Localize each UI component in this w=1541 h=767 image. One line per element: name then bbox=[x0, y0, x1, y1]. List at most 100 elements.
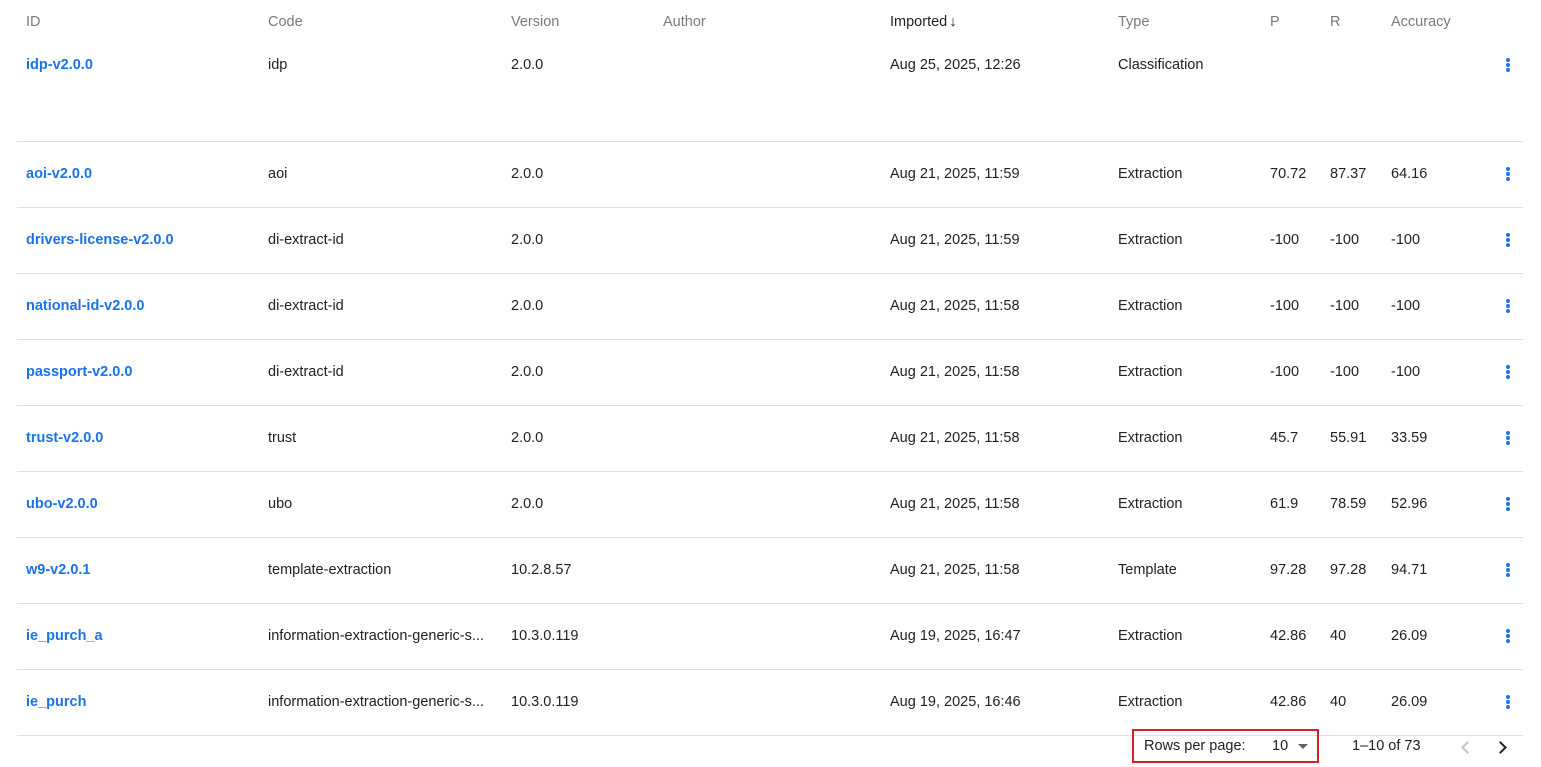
model-id-link[interactable]: ie_purch bbox=[26, 694, 86, 710]
table-row[interactable]: passport-v2.0.0 di-extract-id 2.0.0 Aug 21,… bbox=[17, 340, 1523, 406]
cell-version: 2.0.0 bbox=[511, 430, 544, 446]
model-id-link[interactable]: trust-v2.0.0 bbox=[26, 430, 103, 446]
cell-author bbox=[663, 274, 863, 339]
cell-author bbox=[663, 472, 863, 537]
more-vert-icon[interactable] bbox=[1497, 54, 1519, 76]
cell-version: 2.0.0 bbox=[511, 232, 544, 248]
cell-imported: Aug 21, 2025, 11:58 bbox=[890, 562, 1020, 578]
rows-per-page-value: 10 bbox=[1272, 738, 1289, 754]
cell-id: passport-v2.0.0 bbox=[26, 340, 256, 405]
cell-p: -100 bbox=[1270, 298, 1300, 314]
table-row[interactable]: national-id-v2.0.0 di-extract-id 2.0.0 Aug … bbox=[17, 274, 1523, 340]
cell-imported: Aug 21, 2025, 11:58 bbox=[890, 364, 1020, 380]
cell-code: idp bbox=[268, 44, 488, 86]
cell-type: Classification bbox=[1118, 57, 1204, 73]
row-actions bbox=[1497, 604, 1519, 669]
table-row[interactable]: w9-v2.0.1 template-extraction 10.2.8.57 Aug… bbox=[17, 538, 1523, 604]
cell-code: di-extract-id bbox=[268, 208, 488, 273]
cell-author bbox=[663, 604, 863, 669]
column-header-imported[interactable]: Imported ↓ bbox=[890, 0, 1100, 44]
cell-author bbox=[663, 538, 863, 603]
model-id-link[interactable]: idp-v2.0.0 bbox=[26, 57, 93, 73]
more-vert-icon[interactable] bbox=[1497, 691, 1519, 713]
cell-id: w9-v2.0.1 bbox=[26, 538, 256, 603]
more-vert-icon[interactable] bbox=[1497, 229, 1519, 251]
column-header-p[interactable]: P bbox=[1270, 0, 1325, 44]
table-body: idp-v2.0.0 idp 2.0.0 Aug 25, 2025, 12:26 Cla… bbox=[17, 44, 1523, 736]
table-row[interactable]: ubo-v2.0.0 ubo 2.0.0 Aug 21, 2025, 11:58 Ext… bbox=[17, 472, 1523, 538]
code-text: information-extraction-generic-s... bbox=[268, 628, 484, 644]
cell-accuracy: 33.59 bbox=[1391, 430, 1428, 446]
cell-type: Template bbox=[1118, 562, 1177, 578]
model-id-link[interactable]: aoi-v2.0.0 bbox=[26, 166, 92, 182]
cell-imported: Aug 21, 2025, 11:59 bbox=[890, 166, 1020, 182]
cell-r: 97.28 bbox=[1330, 562, 1367, 578]
cell-code: di-extract-id bbox=[268, 274, 488, 339]
model-id-link[interactable]: national-id-v2.0.0 bbox=[26, 298, 144, 314]
column-header-code[interactable]: Code bbox=[268, 0, 488, 44]
cell-r: 40 bbox=[1330, 694, 1347, 710]
table-row[interactable]: drivers-license-v2.0.0 di-extract-id 2.0.0… bbox=[17, 208, 1523, 274]
rows-per-page-label: Rows per page: bbox=[1144, 738, 1246, 754]
cell-version: 10.3.0.119 bbox=[511, 628, 579, 644]
cell-id: idp-v2.0.0 bbox=[26, 44, 256, 86]
cell-r: -100 bbox=[1330, 232, 1360, 248]
table-row[interactable]: ie_purch_a information-extraction-generic… bbox=[17, 604, 1523, 670]
cell-id: trust-v2.0.0 bbox=[26, 406, 256, 471]
more-vert-icon[interactable] bbox=[1497, 295, 1519, 317]
cell-p bbox=[1270, 44, 1325, 86]
column-header-id[interactable]: ID bbox=[26, 0, 256, 44]
row-actions bbox=[1497, 340, 1519, 405]
column-header-r[interactable]: R bbox=[1330, 0, 1385, 44]
cell-code: di-extract-id bbox=[268, 340, 488, 405]
cell-author bbox=[663, 142, 863, 207]
cell-accuracy: 26.09 bbox=[1391, 628, 1428, 644]
cell-r: -100 bbox=[1330, 298, 1360, 314]
rows-per-page-control: Rows per page: 10 bbox=[1132, 729, 1319, 763]
model-id-link[interactable]: drivers-license-v2.0.0 bbox=[26, 232, 174, 248]
cell-author bbox=[663, 406, 863, 471]
cell-version: 10.2.8.57 bbox=[511, 562, 572, 578]
cell-imported: Aug 21, 2025, 11:59 bbox=[890, 232, 1020, 248]
more-vert-icon[interactable] bbox=[1497, 559, 1519, 581]
cell-id: ie_purch_a bbox=[26, 604, 256, 669]
cell-id: national-id-v2.0.0 bbox=[26, 274, 256, 339]
chevron-right-icon bbox=[1494, 741, 1507, 754]
cell-version: 2.0.0 bbox=[511, 496, 544, 512]
cell-accuracy: 64.16 bbox=[1391, 166, 1428, 182]
table-row[interactable]: aoi-v2.0.0 aoi 2.0.0 Aug 21, 2025, 11:59 Ext… bbox=[17, 142, 1523, 208]
cell-id: ubo-v2.0.0 bbox=[26, 472, 256, 537]
row-actions bbox=[1497, 44, 1519, 86]
cell-accuracy bbox=[1391, 44, 1471, 86]
cell-type: Extraction bbox=[1118, 364, 1183, 380]
row-actions bbox=[1497, 274, 1519, 339]
previous-page-button[interactable] bbox=[1451, 731, 1481, 761]
cell-id: aoi-v2.0.0 bbox=[26, 142, 256, 207]
table-row[interactable]: idp-v2.0.0 idp 2.0.0 Aug 25, 2025, 12:26 Cla… bbox=[17, 44, 1523, 142]
cell-r: -100 bbox=[1330, 364, 1360, 380]
cell-id: drivers-license-v2.0.0 bbox=[26, 208, 256, 273]
more-vert-icon[interactable] bbox=[1497, 625, 1519, 647]
model-id-link[interactable]: ubo-v2.0.0 bbox=[26, 496, 98, 512]
cell-code: information-extraction-generic-s... bbox=[268, 604, 488, 669]
cell-type: Extraction bbox=[1118, 166, 1183, 182]
more-vert-icon[interactable] bbox=[1497, 493, 1519, 515]
cell-r: 87.37 bbox=[1330, 166, 1367, 182]
column-header-version[interactable]: Version bbox=[511, 0, 651, 44]
table-header: ID Code Version Author Imported ↓ Type P … bbox=[17, 0, 1523, 44]
table-row[interactable]: trust-v2.0.0 trust 2.0.0 Aug 21, 2025, 11:5… bbox=[17, 406, 1523, 472]
more-vert-icon[interactable] bbox=[1497, 163, 1519, 185]
model-id-link[interactable]: w9-v2.0.1 bbox=[26, 562, 91, 578]
more-vert-icon[interactable] bbox=[1497, 427, 1519, 449]
cell-code: template-extraction bbox=[268, 538, 488, 603]
cell-r: 78.59 bbox=[1330, 496, 1367, 512]
column-header-accuracy[interactable]: Accuracy bbox=[1391, 0, 1471, 44]
model-id-link[interactable]: ie_purch_a bbox=[26, 628, 103, 644]
next-page-button[interactable] bbox=[1487, 731, 1517, 761]
model-id-link[interactable]: passport-v2.0.0 bbox=[26, 364, 132, 380]
column-header-author[interactable]: Author bbox=[663, 0, 863, 44]
rows-per-page-select[interactable]: 10 bbox=[1272, 731, 1316, 761]
code-text: trust bbox=[268, 430, 297, 446]
column-header-type[interactable]: Type bbox=[1118, 0, 1258, 44]
more-vert-icon[interactable] bbox=[1497, 361, 1519, 383]
